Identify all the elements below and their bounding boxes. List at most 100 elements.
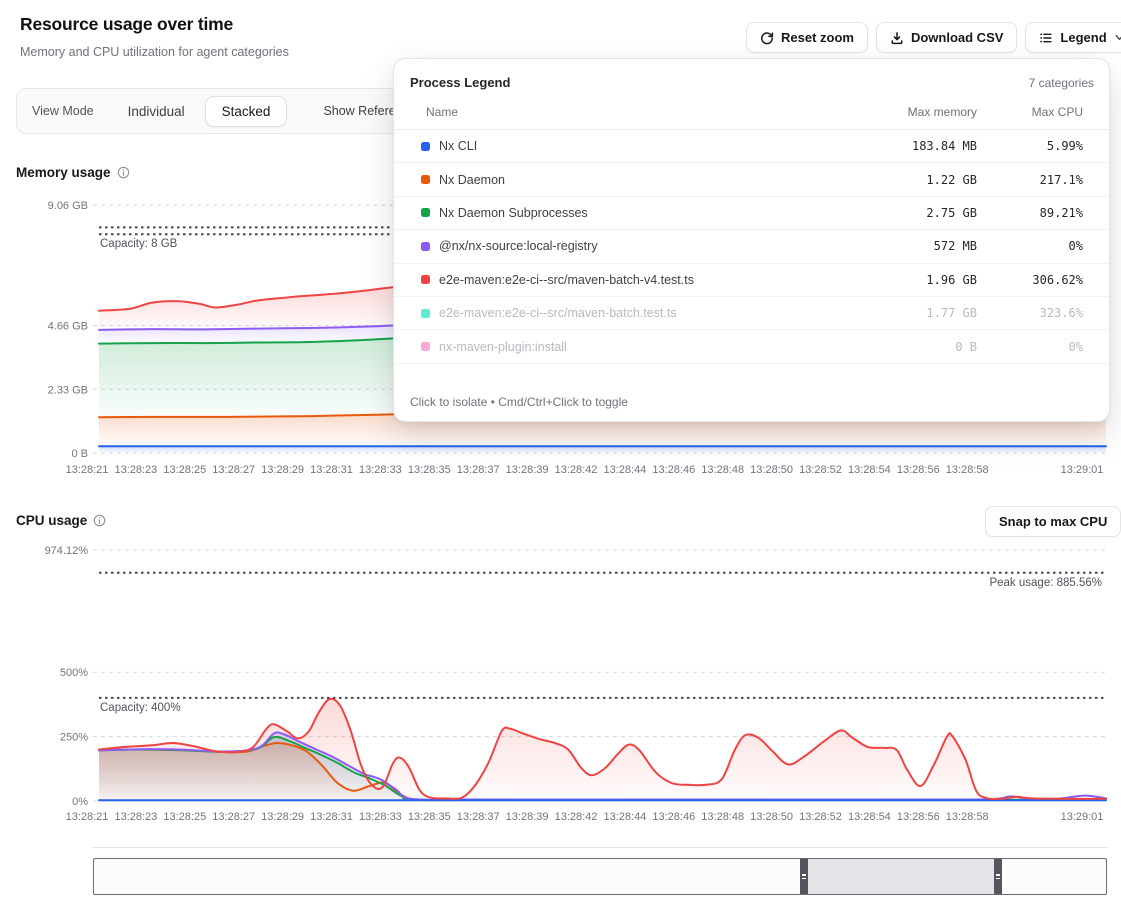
legend-footer-hint: Click to isolate • Cmd/Ctrl+Click to tog… (394, 381, 1109, 421)
legend-panel-title: Process Legend (410, 75, 510, 90)
series-max-memory: 183.84 MB (817, 139, 977, 153)
legend-row[interactable]: e2e-maven:e2e-ci--src/maven-batch-v4.tes… (394, 264, 1109, 297)
reset-zoom-label: Reset zoom (781, 30, 854, 45)
series-name: nx-maven-plugin:install (439, 340, 817, 354)
x-axis-label: 13:28:46 (652, 464, 695, 476)
series-color-swatch (421, 242, 430, 251)
x-axis-label: 13:28:31 (310, 811, 353, 823)
download-csv-label: Download CSV (911, 30, 1003, 45)
view-mode-stacked[interactable]: Stacked (205, 96, 288, 127)
process-legend-panel: Process Legend 7 categories Name Max mem… (393, 58, 1110, 422)
line-maven-batch-v4 (99, 699, 1106, 799)
page-subtitle: Memory and CPU utilization for agent cat… (20, 45, 289, 59)
x-axis-label: 13:28:29 (261, 811, 304, 823)
area-local-registry (99, 732, 1106, 801)
series-max-memory: 1.96 GB (817, 273, 977, 287)
area-nx-cli (99, 446, 1106, 453)
x-axis-label: 13:28:54 (848, 464, 891, 476)
x-axis-label: 13:28:33 (359, 464, 402, 476)
series-name: Nx Daemon (439, 173, 817, 187)
legend-row[interactable]: Nx Daemon1.22 GB217.1% (394, 163, 1109, 196)
y-axis-label: 2.33 GB (48, 384, 88, 396)
reset-zoom-button[interactable]: Reset zoom (746, 22, 868, 53)
y-axis-label: 0 B (71, 448, 88, 460)
brush-selection[interactable] (808, 859, 994, 894)
x-axis-label: 13:28:37 (457, 464, 500, 476)
legend-row[interactable]: Nx CLI183.84 MB5.99% (394, 130, 1109, 163)
reference-line-label: Peak usage: 885.56% (989, 577, 1102, 589)
download-csv-button[interactable]: Download CSV (876, 22, 1017, 53)
x-axis-label: 13:28:25 (163, 464, 206, 476)
chevron-down-icon (1114, 32, 1121, 43)
resource-usage-page: Resource usage over time Memory and CPU … (0, 0, 1121, 916)
legend-column-headers: Name Max memory Max CPU (394, 103, 1109, 130)
series-name: Nx Daemon Subprocesses (439, 206, 817, 220)
x-axis-label: 13:28:56 (897, 811, 940, 823)
series-max-memory: 1.22 GB (817, 173, 977, 187)
line-local-registry (99, 732, 1106, 799)
view-mode-label: View Mode (32, 104, 94, 118)
x-axis-label: 13:28:25 (163, 811, 206, 823)
x-axis-label: 13:28:39 (506, 464, 549, 476)
x-axis-label: 13:28:54 (848, 811, 891, 823)
series-max-memory: 572 MB (817, 239, 977, 253)
page-title: Resource usage over time (20, 14, 233, 35)
y-axis-label: 250% (60, 732, 88, 744)
x-axis-label: 13:29:01 (1061, 464, 1104, 476)
x-axis-label: 13:28:48 (701, 464, 744, 476)
cpu-section-title: CPU usage (16, 513, 106, 528)
line-nx-daemon-subprocesses (99, 737, 1106, 800)
x-axis-label: 13:28:42 (555, 811, 598, 823)
x-axis-label: 13:28:29 (261, 464, 304, 476)
legend-row[interactable]: Nx Daemon Subprocesses2.75 GB89.21% (394, 197, 1109, 230)
series-color-swatch (421, 208, 430, 217)
brush-handle-left[interactable] (800, 859, 808, 894)
header-actions: Reset zoom Download CSV Legend (746, 22, 1121, 53)
y-axis-label: 0% (72, 796, 88, 808)
series-max-memory: 2.75 GB (817, 206, 977, 220)
x-axis-label: 13:28:37 (457, 811, 500, 823)
series-color-swatch (421, 342, 430, 351)
reference-line-label: Capacity: 8 GB (100, 238, 178, 250)
refresh-icon (760, 31, 774, 45)
info-icon[interactable] (93, 514, 106, 527)
series-name: e2e-maven:e2e-ci--src/maven-batch-v4.tes… (439, 273, 817, 287)
memory-usage-label: Memory usage (16, 165, 111, 180)
series-color-swatch (421, 175, 430, 184)
y-axis-label: 9.06 GB (48, 200, 88, 212)
x-axis-label: 13:28:35 (408, 464, 451, 476)
column-max-memory: Max memory (817, 105, 977, 119)
x-axis-label: 13:28:48 (701, 811, 744, 823)
download-icon (890, 31, 904, 45)
brush-handle-right[interactable] (994, 859, 1002, 894)
y-axis-label: 4.66 GB (48, 321, 88, 333)
x-axis-label: 13:28:44 (603, 464, 646, 476)
series-max-cpu: 323.6% (977, 306, 1083, 320)
legend-rows: Nx CLI183.84 MB5.99%Nx Daemon1.22 GB217.… (394, 130, 1109, 381)
series-name: Nx CLI (439, 139, 817, 153)
legend-row[interactable]: @nx/nx-source:local-registry572 MB0% (394, 230, 1109, 263)
snap-to-max-cpu-button[interactable]: Snap to max CPU (985, 506, 1121, 537)
x-axis-label: 13:28:23 (114, 464, 157, 476)
list-icon (1039, 31, 1053, 45)
series-name: @nx/nx-source:local-registry (439, 239, 817, 253)
y-axis-label: 974.12% (45, 545, 89, 557)
series-max-cpu: 0% (977, 239, 1083, 253)
x-axis-label: 13:28:56 (897, 464, 940, 476)
legend-button[interactable]: Legend (1025, 22, 1121, 53)
x-axis-label: 13:28:46 (652, 811, 695, 823)
series-max-cpu: 5.99% (977, 139, 1083, 153)
reference-line-label: Capacity: 400% (100, 702, 181, 714)
series-max-cpu: 217.1% (977, 173, 1083, 187)
series-color-swatch (421, 142, 430, 151)
series-color-swatch (421, 309, 430, 318)
legend-panel-header: Process Legend 7 categories (394, 59, 1109, 103)
column-name: Name (426, 105, 817, 119)
legend-row[interactable]: e2e-maven:e2e-ci--src/maven-batch.test.t… (394, 297, 1109, 330)
timeline-brush[interactable] (93, 858, 1107, 895)
view-mode-individual[interactable]: Individual (116, 97, 197, 126)
info-icon[interactable] (117, 166, 130, 179)
legend-row[interactable]: nx-maven-plugin:install0 B0% (394, 330, 1109, 363)
x-axis-label: 13:28:21 (66, 464, 109, 476)
x-axis-label: 13:28:27 (212, 464, 255, 476)
